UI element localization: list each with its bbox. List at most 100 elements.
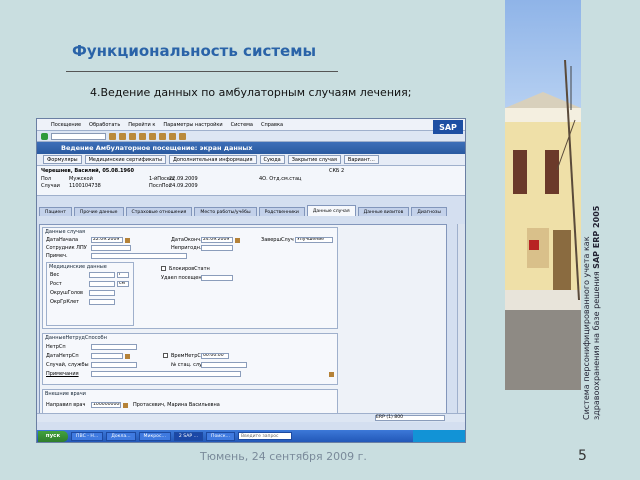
last-visit-label: ПослПос: [149, 183, 172, 189]
task-pvs[interactable]: ПВС - Н...: [71, 431, 104, 441]
height-unit[interactable]: см: [117, 281, 129, 287]
app-toolbar: Формуляры Медицинские сертификаты Дополн…: [37, 154, 465, 166]
taskbar-search-input[interactable]: Введите запрос: [237, 432, 292, 440]
inability-time-input[interactable]: 00:00:00: [201, 353, 229, 359]
slide-title: Функциональность системы: [72, 42, 317, 60]
tab-insurance[interactable]: Страховые отношения: [125, 207, 193, 216]
certificates-button[interactable]: Медицинские сертификаты: [84, 155, 166, 164]
remarks-link[interactable]: Примечания: [46, 371, 79, 377]
find-icon[interactable]: [159, 132, 166, 140]
task-search[interactable]: Поиск...: [206, 431, 235, 441]
tab-visit-data[interactable]: Данные визитов: [357, 207, 410, 216]
calendar-icon[interactable]: [125, 238, 130, 243]
note-input[interactable]: [91, 253, 187, 259]
system-info[interactable]: ERP (1) 800: [375, 415, 445, 421]
head-input[interactable]: [89, 290, 115, 296]
unfit-input[interactable]: [201, 245, 233, 251]
tab-relatives[interactable]: Родственники: [258, 207, 305, 216]
doctor-lookup-icon[interactable]: [123, 403, 128, 408]
calendar-inability-icon[interactable]: [125, 354, 130, 359]
weight-label: Вес: [50, 272, 60, 278]
referring-doctor-id[interactable]: 1000000009: [91, 402, 121, 408]
staff-input[interactable]: [91, 245, 131, 251]
start-date-label: ДатаНачала: [46, 237, 79, 243]
enter-icon[interactable]: [41, 132, 48, 140]
command-field[interactable]: [51, 132, 106, 140]
forms-button[interactable]: Формуляры: [43, 155, 82, 164]
tab-patient[interactable]: Пациент: [39, 207, 72, 216]
sap-logo: SAP: [433, 120, 463, 134]
case-service-input[interactable]: [91, 362, 137, 368]
start-date-input[interactable]: 22.09.2009: [91, 237, 123, 243]
first-visit-date: 22.09.2009: [169, 176, 198, 182]
end-date-label: ДатаОконч.: [171, 237, 202, 243]
inability-doc-input[interactable]: [91, 344, 137, 350]
tab-other-data[interactable]: Прочие данные: [73, 207, 124, 216]
building-photo: [505, 0, 581, 390]
exit-icon[interactable]: [129, 132, 136, 140]
ske-code: СКБ 2: [329, 168, 345, 174]
court-button[interactable]: Суюда: [259, 155, 285, 164]
gender-label: Пол: [41, 176, 52, 182]
inability-doc-label: НетрСп: [46, 344, 66, 350]
staff-label: Сотрудник ЛПУ: [46, 245, 87, 251]
tabstrip: Пациент Прочие данные Страховые отношени…: [37, 204, 465, 216]
chest-input[interactable]: [89, 299, 115, 305]
external-group-title: Внешние врачи: [45, 391, 86, 397]
stat-service-input[interactable]: [201, 362, 247, 368]
sap-title: Ведение Амбулаторное посещение: экран да…: [37, 142, 465, 154]
save-icon[interactable]: [109, 132, 116, 140]
note-label: Примеч.: [46, 253, 68, 259]
menu-item-help[interactable]: Справка: [261, 122, 283, 128]
calendar-end-icon[interactable]: [235, 238, 240, 243]
close-case-button[interactable]: Закрытие случая: [287, 155, 341, 164]
vertical-caption-bold: SAP ERP 2005: [592, 205, 601, 269]
weight-unit[interactable]: г: [117, 272, 129, 278]
gender-value: Мужской: [69, 176, 93, 182]
block-checkbox[interactable]: [161, 266, 166, 271]
menu-item-system[interactable]: Система: [231, 122, 253, 128]
tab-workplace[interactable]: Место работы/учёбы: [194, 207, 257, 216]
tab-case-data[interactable]: Данные случая: [306, 205, 356, 216]
task-sap[interactable]: 2 SAP ...: [173, 431, 204, 441]
title-divider: [66, 71, 338, 72]
case-group-title: Данные случая: [45, 229, 86, 235]
inability-group: ДанныеНетрудСпособн НетрСп ДатаНетрСп Сл…: [42, 333, 338, 385]
windows-taskbar: пуск ПВС - Н... Докла... Микрос... 2 SAP…: [37, 430, 465, 442]
remarks-input[interactable]: [91, 371, 241, 377]
sap-status-bar: ERP (1) 800: [37, 413, 465, 422]
start-button[interactable]: пуск: [38, 430, 68, 442]
visit-removal-input[interactable]: [201, 275, 233, 281]
case-group: Данные случая ДатаНачала 22.09.2009 Сотр…: [42, 227, 338, 329]
height-input[interactable]: [89, 281, 115, 287]
external-doctors-group: Внешние врачи Направил врач 1000000009 П…: [42, 389, 338, 415]
back-icon[interactable]: [119, 132, 126, 140]
case-data-panel: Данные случая ДатаНачала 22.09.2009 Сотр…: [39, 224, 447, 420]
vertical-scrollbar[interactable]: [457, 224, 465, 420]
sap-system-toolbar: [37, 131, 465, 142]
menu-item-settings[interactable]: Параметры настройки: [163, 122, 222, 128]
help-icon[interactable]: [179, 132, 186, 140]
variant-button[interactable]: Вариант...: [343, 155, 379, 164]
new-session-icon[interactable]: [169, 132, 176, 140]
additional-info-button[interactable]: Дополнительная информация: [168, 155, 257, 164]
menu-item-process[interactable]: Обработать: [89, 122, 120, 128]
height-label: Рост: [50, 281, 62, 287]
weight-input[interactable]: [89, 272, 115, 278]
end-date-input[interactable]: 24.09.2009: [201, 237, 233, 243]
task-microsoft[interactable]: Микрос...: [138, 431, 171, 441]
edit-remarks-icon[interactable]: [329, 372, 334, 377]
inability-time-checkbox[interactable]: [163, 353, 168, 358]
last-visit-date: 24.09.2009: [169, 183, 198, 189]
print-icon[interactable]: [149, 132, 156, 140]
closure-select[interactable]: Улучшение: [295, 237, 333, 243]
menu-item-goto[interactable]: Перейти к: [128, 122, 155, 128]
menu-item-visit[interactable]: Посещение: [51, 122, 81, 128]
tab-diagnoses[interactable]: Диагнозы: [411, 207, 447, 216]
cancel-icon[interactable]: [139, 132, 146, 140]
inability-date-input[interactable]: [91, 353, 123, 359]
case-number: 1100104738: [69, 183, 101, 189]
sap-window: Посещение Обработать Перейти к Параметры…: [36, 118, 466, 443]
medical-group-title: Медицинские данные: [49, 264, 107, 270]
task-report[interactable]: Докла...: [106, 431, 136, 441]
